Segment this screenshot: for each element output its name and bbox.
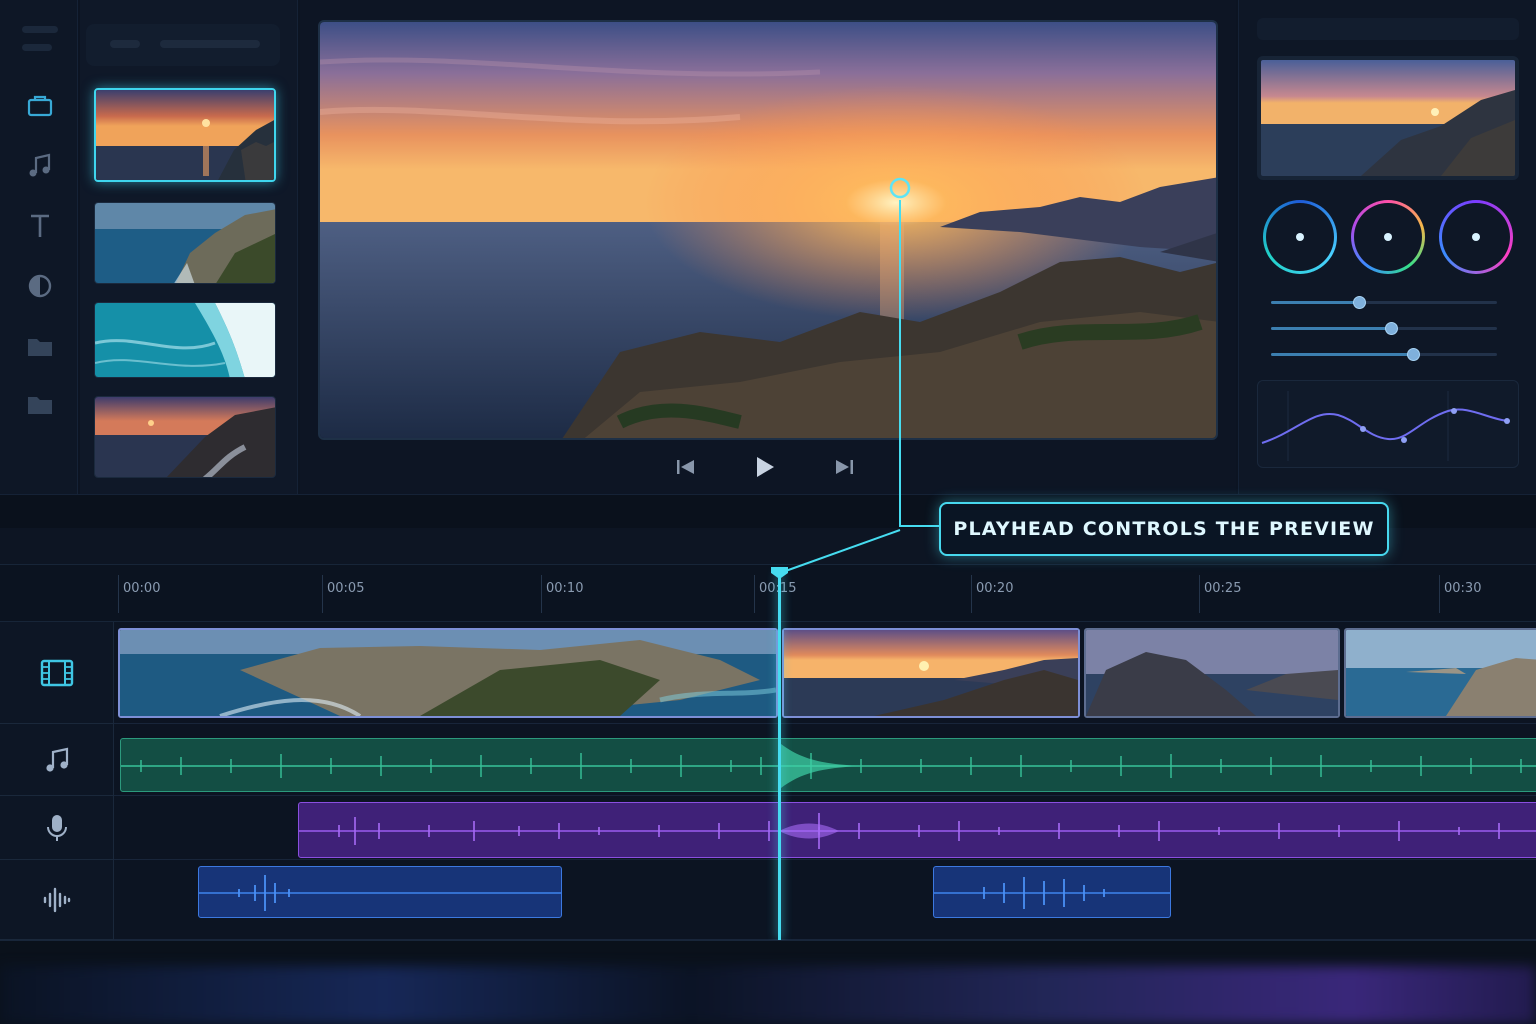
playhead-handle[interactable]	[770, 566, 789, 580]
callout-text: PLAYHEAD CONTROLS THE PREVIEW	[953, 518, 1375, 540]
playhead-callout: PLAYHEAD CONTROLS THE PREVIEW	[939, 502, 1389, 556]
playhead-line[interactable]	[778, 572, 781, 940]
video-editor: 00:00 00:05 00:10 00:15 00:20 00:25 00:3…	[0, 0, 1536, 1024]
ambient-glow	[0, 966, 1536, 1024]
